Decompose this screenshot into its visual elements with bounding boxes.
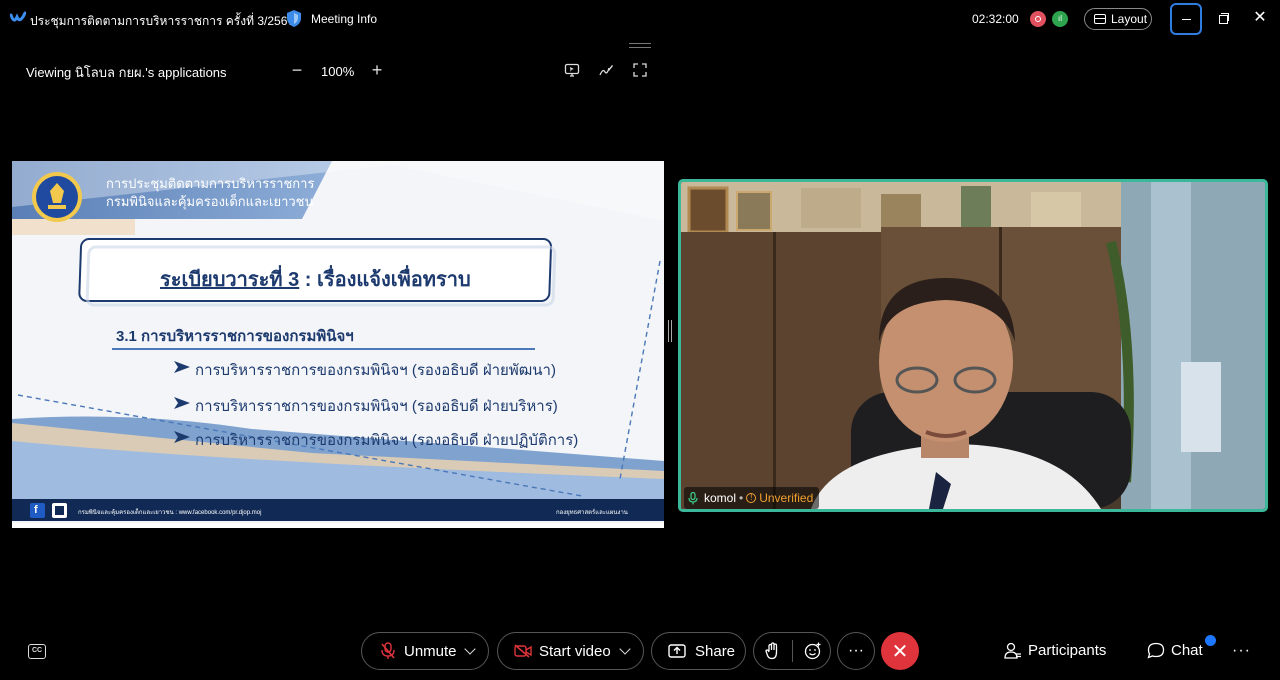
start-video-label: Start video [539,642,611,660]
agenda-subject: : เรื่องแจ้งเพื่อทราบ [299,269,471,291]
chat-button[interactable]: Chat [1147,642,1203,659]
video-off-icon [514,644,532,658]
minimize-icon[interactable] [1170,3,1202,35]
meeting-timer: 02:32:00 [972,12,1019,26]
zoom-level: 100% [321,64,355,79]
layout-button[interactable]: Layout [1084,8,1152,30]
layout-label: Layout [1111,12,1148,26]
recording-icon[interactable] [1030,11,1046,27]
layout-icon [1094,14,1106,24]
annotate-icon[interactable] [598,62,614,78]
closed-captions-button[interactable]: CC [28,644,46,659]
chevron-down-icon[interactable] [619,642,631,655]
more-options-button[interactable]: ··· [837,632,875,670]
raise-hand-icon[interactable] [765,642,781,660]
network-icon[interactable]: ıl [1052,11,1068,27]
name-separator: • [739,491,744,505]
reactions-group [753,632,831,670]
slide-scrollbar[interactable] [12,523,664,528]
viewing-label: Viewing นิโลบล กยผ.'s applications [26,65,227,80]
warning-icon: ! [746,493,757,503]
webex-logo-icon [10,11,26,22]
meeting-title: ประชุมการติดตามการบริหารราชการ ครั้งที่ … [30,14,295,28]
divider [792,640,793,662]
facebook-icon: f [34,504,38,516]
start-video-button[interactable]: Start video [497,632,644,670]
slide-item-2: การบริหารราชการของกรมพินิจฯ (รองอธิบดี ฝ… [195,398,558,415]
leave-meeting-button[interactable]: ✕ [881,632,919,670]
participant-name: komol [704,491,737,505]
slide-header-line1: การประชุมติดตามการบริหารราชการ [106,176,315,191]
request-control-icon[interactable] [564,62,580,78]
slide-item-1: การบริหารราชการของกรมพินิจฯ (รองอธิบดี ฝ… [195,362,556,379]
shared-slide: การประชุมติดตามการบริหารราชการ กรมพินิจแ… [12,161,664,528]
panel-splitter[interactable] [668,320,672,342]
chevron-down-icon[interactable] [464,642,476,655]
slide-footer-right: กองยุทธศาสตร์และแผนงาน [556,510,628,516]
unmute-label: Unmute [404,642,457,660]
chat-label: Chat [1171,642,1203,659]
participants-icon [1004,642,1021,659]
share-label: Share [695,642,736,660]
participant-video[interactable] [678,179,1268,512]
share-button[interactable]: Share [651,632,746,670]
close-icon[interactable]: ✕ [1252,10,1268,26]
unmute-button[interactable]: Unmute [361,632,489,670]
shield-icon[interactable] [286,9,302,28]
participants-label: Participants [1028,642,1107,659]
slide-header-line2: กรมพินิจและคุ้มครองเด็กและเยาวชน [106,194,314,209]
chat-icon [1147,642,1165,659]
slide-footer-left: กรมพินิจและคุ้มครองเด็กและเยาวชน : www.f… [78,510,262,516]
unverified-status: Unverified [759,491,814,505]
chat-notification-badge [1205,635,1216,646]
more-panels-button[interactable]: ··· [1232,642,1251,660]
meeting-info-button[interactable]: Meeting Info [311,12,377,26]
participants-button[interactable]: Participants [1004,642,1106,659]
share-screen-icon [668,643,686,658]
mic-icon [688,491,698,504]
drag-handle[interactable] [629,43,651,49]
fullscreen-icon[interactable] [632,62,648,78]
zoom-out-button[interactable]: − [289,60,305,80]
zoom-in-button[interactable]: + [369,60,385,80]
restore-icon[interactable] [1214,10,1232,28]
slide-section: 3.1 การบริหารราชการของกรมพินิจฯ [116,328,354,345]
slide-item-3: การบริหารราชการของกรมพินิจฯ (รองอธิบดี ฝ… [195,432,579,449]
reactions-icon[interactable] [804,642,822,660]
agenda-number: ระเบียบวาระที่ 3 [160,269,300,291]
agenda-title: ระเบียบวาระที่ 3 : เรื่องแจ้งเพื่อทราบ [160,263,471,295]
mic-off-icon [381,642,395,659]
participant-name-tag: komol • ! Unverified [684,487,820,509]
